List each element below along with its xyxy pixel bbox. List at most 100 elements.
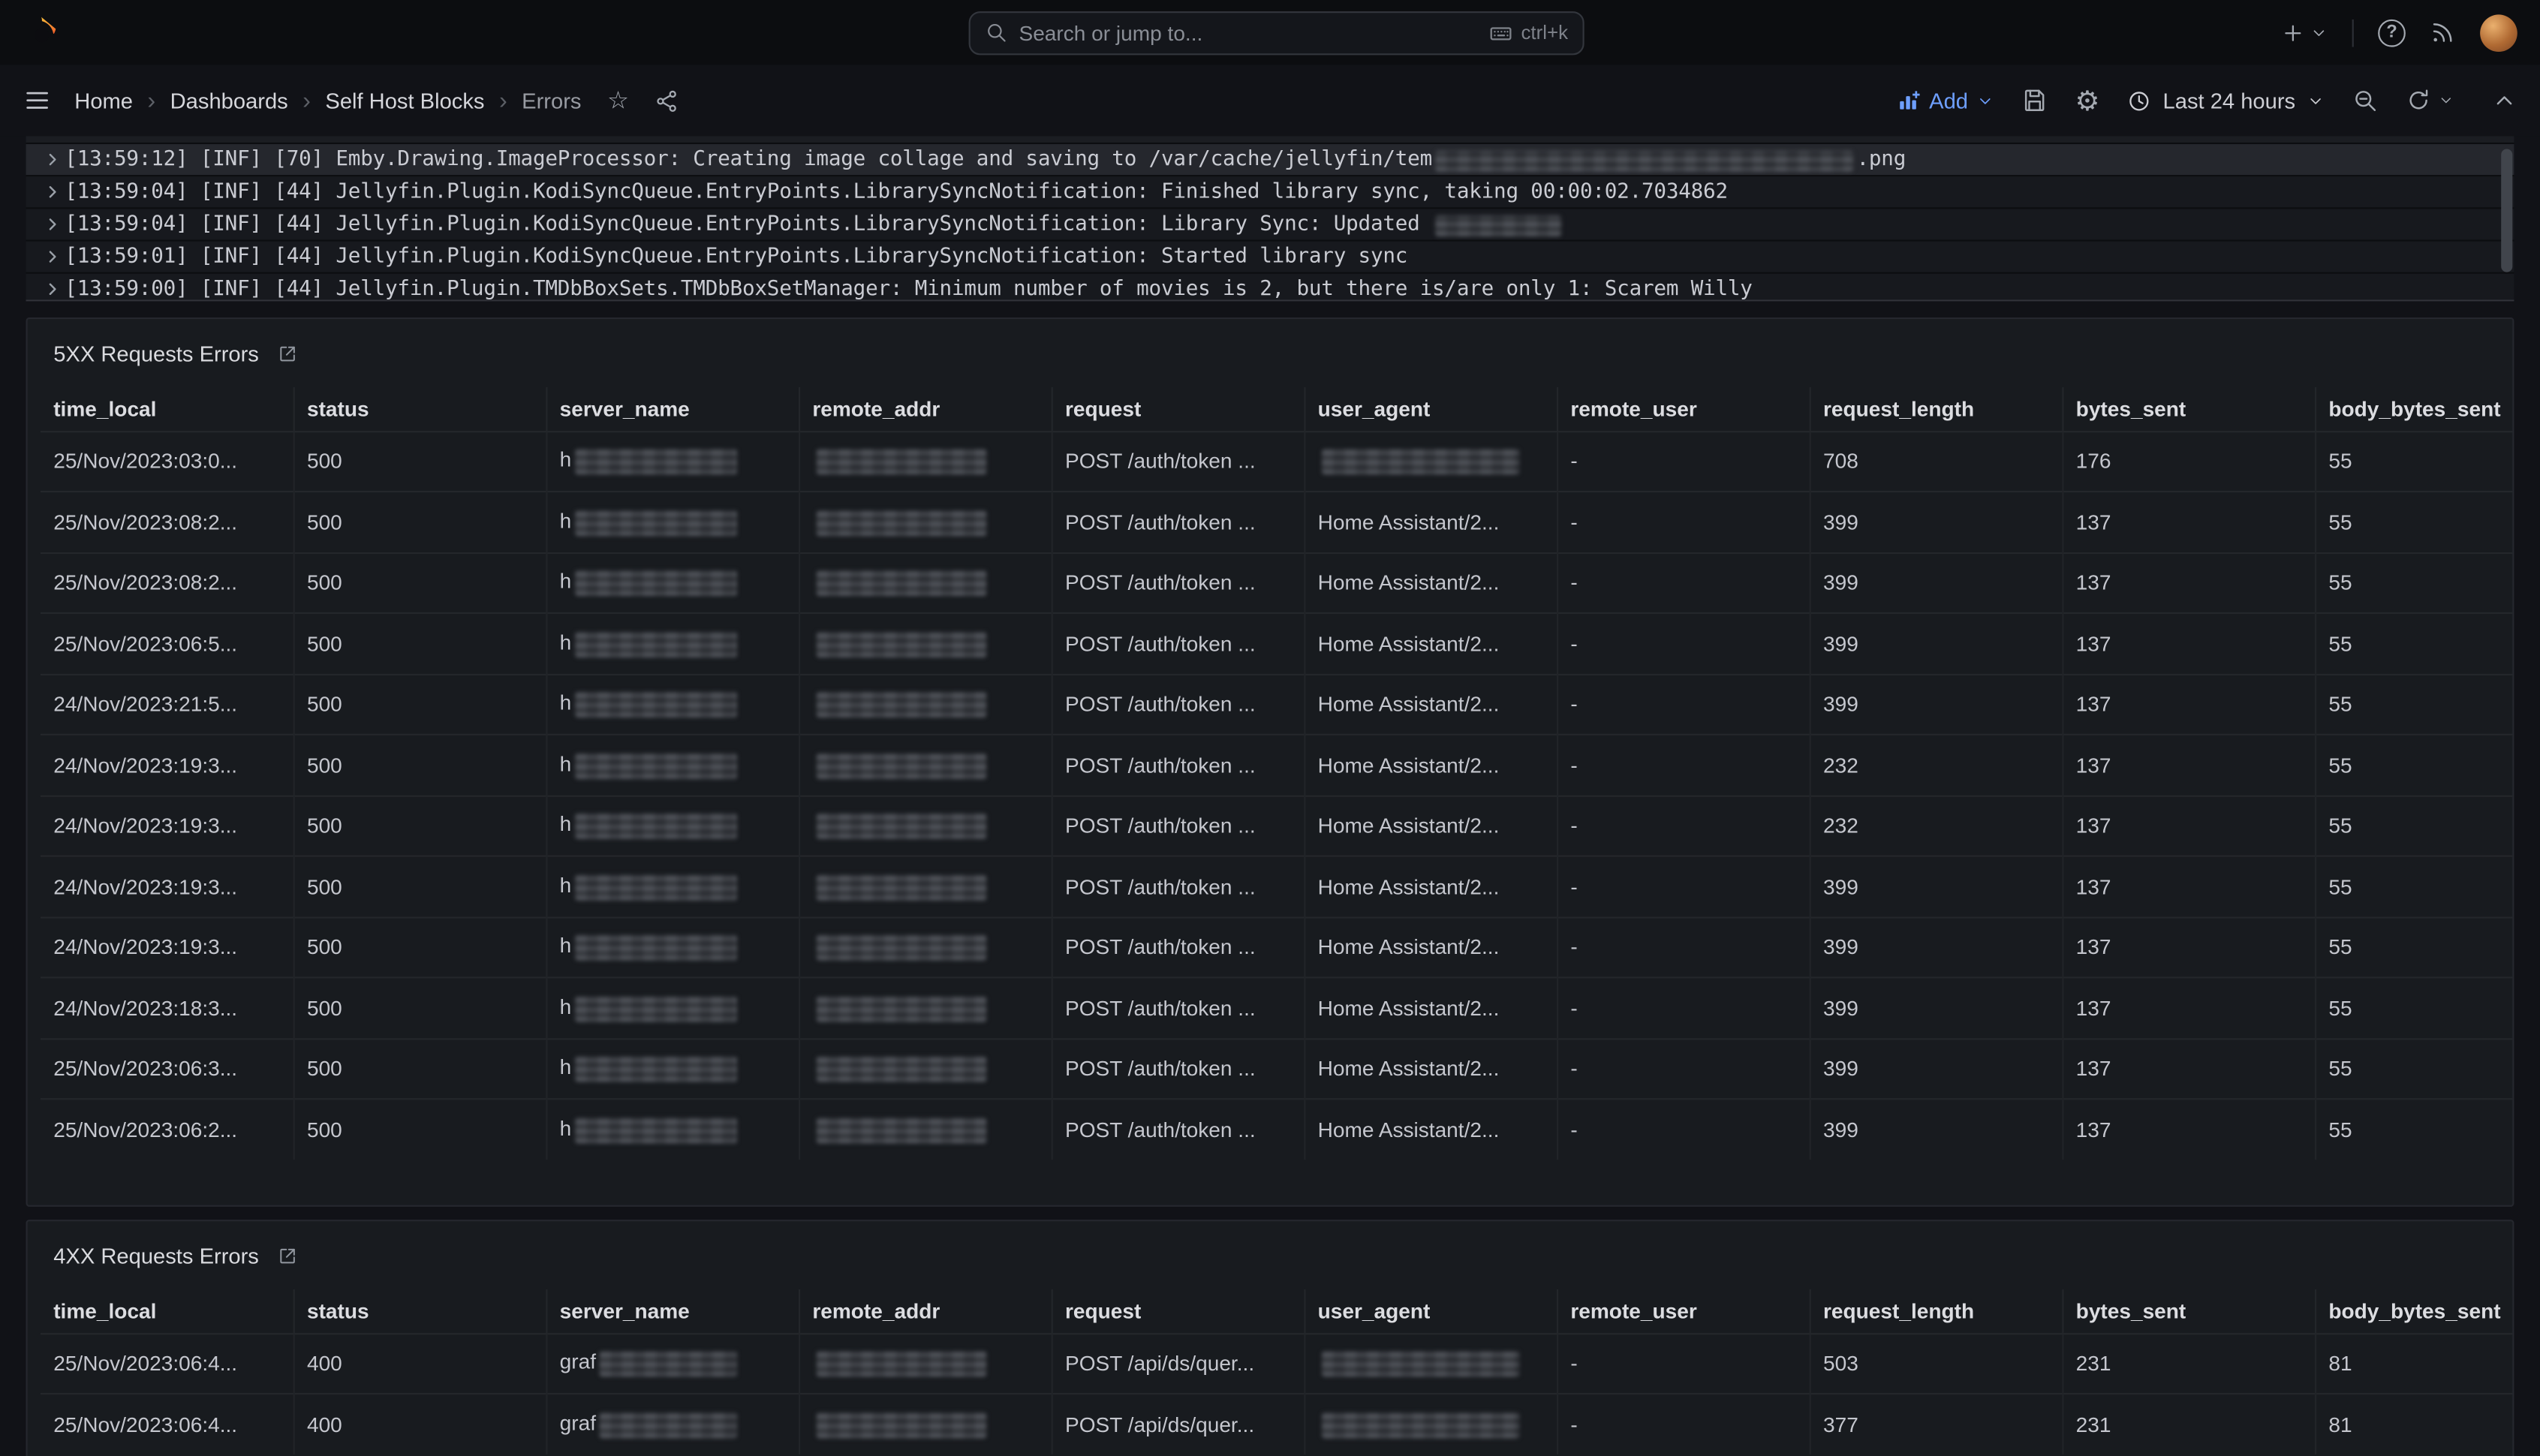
redacted-blur [816, 1351, 986, 1377]
column-header-remote_user[interactable]: remote_user [1557, 387, 1810, 431]
logs-scrollbar-thumb[interactable] [2501, 149, 2512, 272]
column-header-remote_addr[interactable]: remote_addr [799, 387, 1052, 431]
panel-header[interactable]: 5XX Requests Errors [41, 332, 2499, 374]
settings-gear-icon[interactable]: ⚙ [2075, 86, 2099, 114]
panel-title[interactable]: 5XX Requests Errors [53, 341, 259, 365]
column-header-body_bytes_sent[interactable]: body_bytes_sent [2315, 387, 2512, 431]
column-header-status[interactable]: status [293, 1289, 546, 1333]
panel-header[interactable]: 4XX Requests Errors [41, 1235, 2499, 1277]
log-row[interactable]: [13:59:01] [INF] [44] Jellyfin.Plugin.Ko… [26, 242, 2514, 274]
table-cell: Home Assistant/2... [1304, 1038, 1557, 1099]
table-cell: 137 [2062, 1099, 2315, 1160]
table-cell: 25/Nov/2023:06:4... [41, 1394, 293, 1454]
redacted-blur [816, 1056, 986, 1082]
external-link-icon[interactable] [277, 1245, 298, 1266]
table-cell: 137 [2062, 1038, 2315, 1099]
column-header-remote_user[interactable]: remote_user [1557, 1289, 1810, 1333]
log-row[interactable]: [13:59:00] [INF] [44] Jellyfin.Plugin.TM… [26, 274, 2514, 302]
user-avatar[interactable] [2480, 14, 2517, 51]
table-cell: 24/Nov/2023:18:3... [41, 977, 293, 1038]
log-row[interactable]: [13:59:12] [INF] [70] Emby.Drawing.Image… [26, 144, 2514, 176]
redacted-blur [599, 1351, 736, 1377]
column-header-bytes_sent[interactable]: bytes_sent [2062, 1289, 2315, 1333]
expand-chevron-icon[interactable] [39, 217, 65, 231]
column-header-request[interactable]: request [1052, 1289, 1305, 1333]
table-cell: 399 [1810, 977, 2063, 1038]
column-header-request_length[interactable]: request_length [1810, 1289, 2063, 1333]
grafana-logo-icon[interactable] [23, 14, 60, 51]
favorite-star-icon[interactable]: ☆ [607, 89, 629, 113]
expand-chevron-icon[interactable] [39, 185, 65, 199]
table-cell: 500 [293, 735, 546, 796]
column-header-body_bytes_sent[interactable]: body_bytes_sent [2315, 1289, 2512, 1333]
table-cell: 55 [2315, 1099, 2512, 1160]
column-header-time_local[interactable]: time_local [41, 1289, 293, 1333]
table-cell: 399 [1810, 1038, 2063, 1099]
dashboard-actions: ☆ [607, 89, 679, 113]
top-nav-right: ? [2281, 14, 2517, 51]
table-cell: 55 [2315, 613, 2512, 674]
table-cell: Home Assistant/2... [1304, 613, 1557, 674]
expand-chevron-icon[interactable] [39, 282, 65, 296]
table-cell: 399 [1810, 613, 2063, 674]
panel-title[interactable]: 4XX Requests Errors [53, 1243, 259, 1267]
save-dashboard-icon[interactable] [2021, 88, 2048, 114]
column-header-user_agent[interactable]: user_agent [1304, 387, 1557, 431]
table-cell [799, 1333, 1052, 1394]
column-header-server_name[interactable]: server_name [546, 1289, 799, 1333]
column-header-remote_addr[interactable]: remote_addr [799, 1289, 1052, 1333]
expand-chevron-icon[interactable] [39, 152, 65, 167]
log-row[interactable]: [13:59:04] [INF] [44] Jellyfin.Plugin.Ko… [26, 209, 2514, 241]
redacted-blur [816, 874, 986, 900]
add-panel-button[interactable]: Add [1897, 89, 1994, 113]
time-range-picker[interactable]: Last 24 hours [2127, 89, 2325, 113]
redacted-blur [575, 692, 737, 718]
chevron-right-icon: › [147, 89, 155, 113]
breadcrumb-errors: Errors [522, 89, 581, 113]
external-link-icon[interactable] [277, 342, 298, 363]
table-cell: 500 [293, 796, 546, 856]
table-cell: POST /auth/token ... [1052, 1038, 1305, 1099]
column-header-request_length[interactable]: request_length [1810, 387, 2063, 431]
log-line: [13:59:12] [INF] [70] Emby.Drawing.Image… [65, 147, 1906, 171]
search-input[interactable] [1019, 20, 1477, 44]
menu-hamburger-icon[interactable] [23, 86, 52, 115]
table-cell: 55 [2315, 674, 2512, 735]
collapse-chevron-up-icon[interactable] [2491, 88, 2517, 114]
table-cell: 24/Nov/2023:19:3... [41, 796, 293, 856]
share-icon[interactable] [655, 89, 679, 113]
table-cell: 55 [2315, 796, 2512, 856]
column-header-status[interactable]: status [293, 387, 546, 431]
zoom-out-icon[interactable] [2352, 88, 2379, 114]
breadcrumb-dashboards[interactable]: Dashboards [170, 89, 288, 113]
logs-rows: [13:59:12] [INF] [70] Emby.Drawing.Image… [26, 144, 2514, 301]
column-header-user_agent[interactable]: user_agent [1304, 1289, 1557, 1333]
expand-chevron-icon[interactable] [39, 249, 65, 263]
log-line: [13:59:01] [INF] [44] Jellyfin.Plugin.Ko… [65, 245, 1407, 269]
help-button[interactable]: ? [2378, 19, 2406, 47]
column-header-request[interactable]: request [1052, 387, 1305, 431]
redacted-blur [575, 570, 737, 597]
table-row: 25/Nov/2023:06:3...500hPOST /auth/token … [41, 1038, 2512, 1099]
news-rss-icon[interactable] [2430, 20, 2456, 46]
new-menu-button[interactable] [2281, 20, 2328, 44]
redacted-blur [575, 631, 737, 657]
table-cell [799, 977, 1052, 1038]
table-cell: 55 [2315, 735, 2512, 796]
add-label: Add [1929, 89, 1968, 113]
column-header-time_local[interactable]: time_local [41, 387, 293, 431]
column-header-bytes_sent[interactable]: bytes_sent [2062, 387, 2315, 431]
redacted-blur [816, 753, 986, 779]
table-cell: 25/Nov/2023:03:0... [41, 431, 293, 492]
breadcrumb-home[interactable]: Home [74, 89, 133, 113]
redacted-blur [575, 995, 737, 1021]
column-header-server_name[interactable]: server_name [546, 387, 799, 431]
table-row: 25/Nov/2023:06:5...500hPOST /auth/token … [41, 613, 2512, 674]
breadcrumb-self-host-blocks[interactable]: Self Host Blocks [325, 89, 484, 113]
redacted-blur [1321, 1412, 1518, 1438]
log-row[interactable]: [13:59:04] [INF] [44] Jellyfin.Plugin.Ko… [26, 176, 2514, 209]
refresh-button[interactable] [2406, 88, 2454, 114]
table-cell: POST /auth/token ... [1052, 674, 1305, 735]
divider [2352, 19, 2354, 47]
table-cell: h [546, 977, 799, 1038]
